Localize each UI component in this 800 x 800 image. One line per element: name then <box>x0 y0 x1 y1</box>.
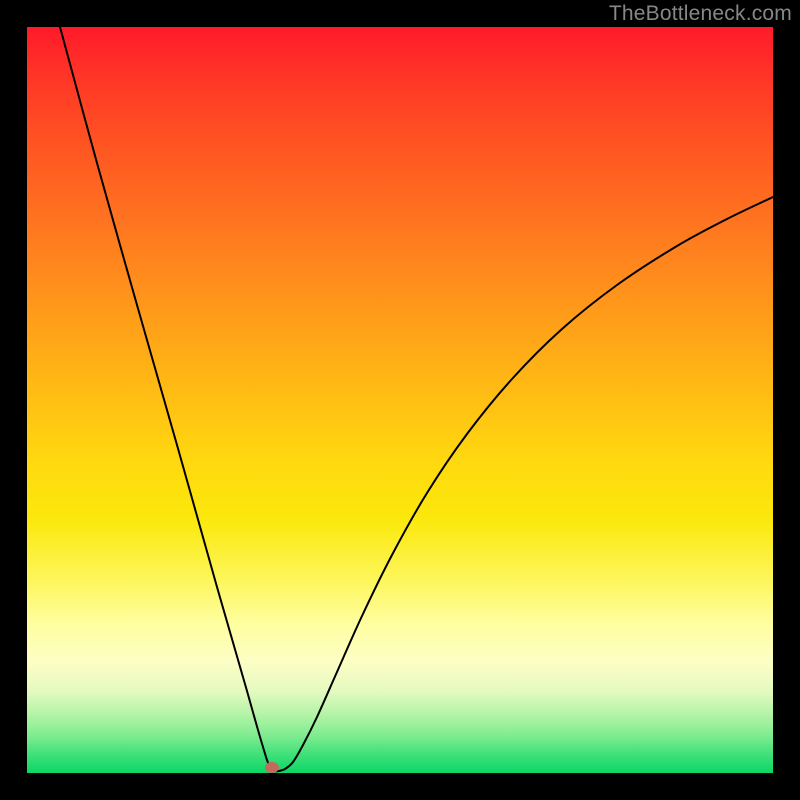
watermark-text: TheBottleneck.com <box>609 2 792 26</box>
chart-stage: TheBottleneck.com <box>0 0 800 800</box>
curve-svg <box>27 27 773 773</box>
plot-area <box>27 27 773 773</box>
minimum-marker <box>265 762 279 773</box>
v-curve <box>60 27 773 771</box>
